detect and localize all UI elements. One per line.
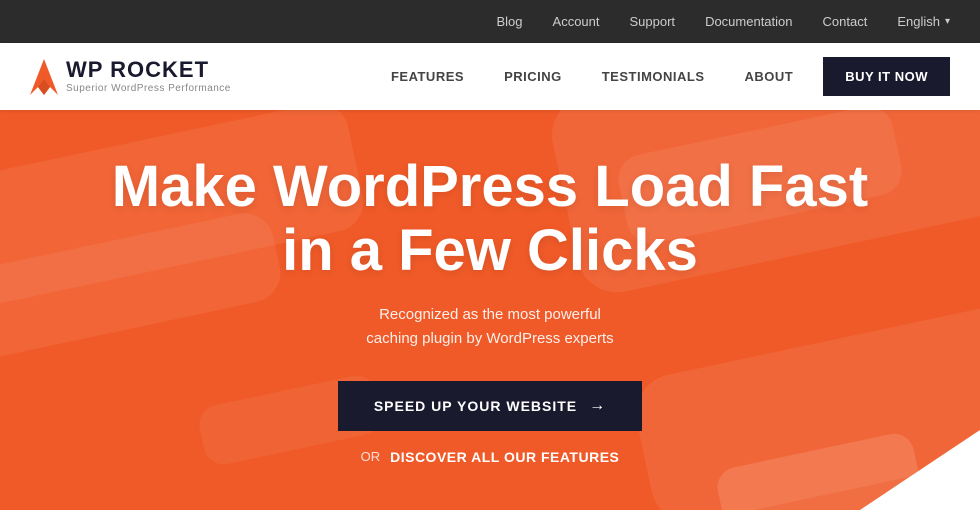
buy-now-button[interactable]: BUY IT NOW xyxy=(823,57,950,96)
discover-features-link[interactable]: DISCOVER ALL OUR FEATURES xyxy=(390,449,619,465)
logo-icon xyxy=(30,59,58,95)
language-label: English xyxy=(897,14,940,29)
or-label: OR xyxy=(361,449,381,464)
main-nav: WP ROCKET Superior WordPress Performance… xyxy=(0,43,980,110)
topbar-support-link[interactable]: Support xyxy=(630,14,676,29)
topbar-contact-link[interactable]: Contact xyxy=(823,14,868,29)
nav-testimonials-link[interactable]: TESTIMONIALS xyxy=(602,69,705,84)
hero-subtitle-line1: Recognized as the most powerful xyxy=(379,306,601,323)
top-bar: Blog Account Support Documentation Conta… xyxy=(0,0,980,43)
arrow-right-icon: → xyxy=(589,397,606,415)
discover-row: OR DISCOVER ALL OUR FEATURES xyxy=(112,449,868,465)
hero-title-line2: in a Few Clicks xyxy=(282,218,698,283)
hero-subtitle-line2: caching plugin by WordPress experts xyxy=(366,330,613,347)
nav-pricing-link[interactable]: PRICING xyxy=(504,69,562,84)
hero-subtitle: Recognized as the most powerful caching … xyxy=(330,303,650,351)
speed-up-button[interactable]: SPEED UP YOUR WEBSITE → xyxy=(338,381,642,431)
chevron-down-icon: ▾ xyxy=(945,16,950,27)
logo-subtitle: Superior WordPress Performance xyxy=(66,83,231,94)
top-bar-nav: Blog Account Support Documentation Conta… xyxy=(497,14,951,29)
speed-up-button-label: SPEED UP YOUR WEBSITE xyxy=(374,398,577,414)
nav-about-link[interactable]: ABOUT xyxy=(745,69,794,84)
logo-text: WP ROCKET Superior WordPress Performance xyxy=(66,59,231,94)
topbar-documentation-link[interactable]: Documentation xyxy=(705,14,792,29)
topbar-blog-link[interactable]: Blog xyxy=(497,14,523,29)
nav-features-link[interactable]: FEATURES xyxy=(391,69,464,84)
logo[interactable]: WP ROCKET Superior WordPress Performance xyxy=(30,59,231,95)
language-selector[interactable]: English ▾ xyxy=(897,14,950,29)
hero-title-line1: Make WordPress Load Fast xyxy=(112,154,868,219)
hero-title: Make WordPress Load Fast in a Few Clicks xyxy=(112,155,868,283)
white-triangle-decoration xyxy=(860,430,980,510)
hero-content: Make WordPress Load Fast in a Few Clicks… xyxy=(112,155,868,465)
topbar-account-link[interactable]: Account xyxy=(553,14,600,29)
logo-title: WP ROCKET xyxy=(66,59,231,81)
hero-section: Make WordPress Load Fast in a Few Clicks… xyxy=(0,110,980,510)
main-nav-links: FEATURES PRICING TESTIMONIALS ABOUT xyxy=(391,69,793,84)
